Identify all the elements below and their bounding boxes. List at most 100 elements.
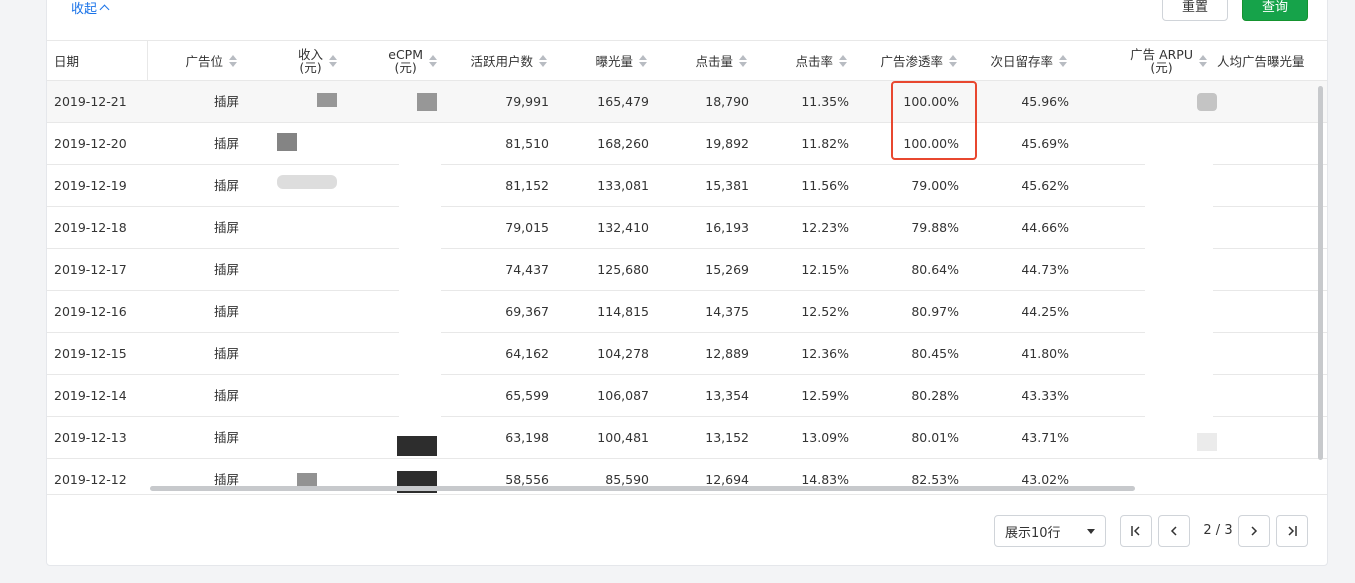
cell-impressions: 106,087 bbox=[597, 388, 649, 403]
page-info: 2 / 3 bbox=[1203, 523, 1233, 538]
cell-date: 2019-12-18 bbox=[54, 220, 127, 235]
sort-icon[interactable] bbox=[739, 55, 747, 67]
vertical-scrollbar[interactable] bbox=[1318, 86, 1323, 460]
cell-active-users: 79,015 bbox=[505, 220, 549, 235]
header-date: 日期 bbox=[54, 53, 80, 69]
reset-button[interactable]: 重置 bbox=[1162, 0, 1228, 21]
header-ecpm[interactable]: eCPM (元) bbox=[347, 41, 437, 81]
header-revenue[interactable]: 收入 (元) bbox=[247, 41, 337, 81]
cell-impressions: 165,479 bbox=[597, 94, 649, 109]
cell-penetration: 80.45% bbox=[911, 346, 959, 361]
cell-date: 2019-12-12 bbox=[54, 472, 127, 487]
header-retention[interactable]: 次日留存率 bbox=[957, 41, 1067, 81]
cell-penetration: 80.01% bbox=[911, 430, 959, 445]
header-ad-slot[interactable]: 广告位 bbox=[147, 41, 237, 81]
header-clicks[interactable]: 点击量 bbox=[647, 41, 747, 81]
cell-clicks: 12,889 bbox=[705, 346, 749, 361]
cell-ctr: 11.56% bbox=[801, 178, 849, 193]
collapse-filter-link[interactable]: 收起 bbox=[71, 0, 110, 17]
first-page-button[interactable] bbox=[1120, 515, 1152, 547]
redaction-mask bbox=[399, 125, 441, 435]
cell-ctr: 12.52% bbox=[801, 304, 849, 319]
cell-active-users: 69,367 bbox=[505, 304, 549, 319]
data-table: 日期 广告位 收入(元) eCPM(元) 活跃用户数 曝光量 点击量 点击率 bbox=[47, 40, 1327, 495]
horizontal-scrollbar[interactable] bbox=[150, 486, 1135, 491]
cell-clicks: 15,269 bbox=[705, 262, 749, 277]
first-page-icon bbox=[1131, 526, 1140, 536]
cell-date: 2019-12-19 bbox=[54, 178, 127, 193]
cell-clicks: 13,354 bbox=[705, 388, 749, 403]
cell-clicks: 13,152 bbox=[705, 430, 749, 445]
sort-icon[interactable] bbox=[1059, 55, 1067, 67]
cell-active-users: 63,198 bbox=[505, 430, 549, 445]
sort-icon[interactable] bbox=[949, 55, 957, 67]
prev-page-button[interactable] bbox=[1158, 515, 1190, 547]
redaction-mark bbox=[397, 436, 437, 456]
cell-date: 2019-12-15 bbox=[54, 346, 127, 361]
header-arpu[interactable]: 广告 ARPU (元) bbox=[1087, 41, 1207, 81]
cell-retention: 44.66% bbox=[1021, 220, 1069, 235]
cell-penetration: 79.88% bbox=[911, 220, 959, 235]
table-row[interactable]: 2019-12-19 插屏 81,152 133,081 15,381 11.56% 79.… bbox=[47, 165, 1327, 207]
cell-penetration: 80.28% bbox=[911, 388, 959, 403]
cell-active-users: 65,599 bbox=[505, 388, 549, 403]
redaction-mark bbox=[297, 473, 317, 487]
cell-penetration: 79.00% bbox=[911, 178, 959, 193]
cell-impressions: 100,481 bbox=[597, 430, 649, 445]
cell-retention: 41.80% bbox=[1021, 346, 1069, 361]
redaction-mark bbox=[277, 133, 297, 151]
cell-ad-slot: 插屏 bbox=[213, 430, 239, 445]
redaction-mark bbox=[277, 175, 337, 189]
next-page-button[interactable] bbox=[1238, 515, 1270, 547]
redaction-mark bbox=[1197, 93, 1217, 111]
header-per-user-impressions: 人均广告曝光量 bbox=[1217, 53, 1305, 69]
page-size-select[interactable]: 展示10行 bbox=[994, 515, 1106, 547]
sort-icon[interactable] bbox=[1199, 55, 1207, 67]
caret-down-icon bbox=[1087, 528, 1095, 534]
cell-date: 2019-12-20 bbox=[54, 136, 127, 151]
cell-impressions: 104,278 bbox=[597, 346, 649, 361]
sort-icon[interactable] bbox=[539, 55, 547, 67]
cell-date: 2019-12-16 bbox=[54, 304, 127, 319]
cell-retention: 43.33% bbox=[1021, 388, 1069, 403]
header-impressions[interactable]: 曝光量 bbox=[547, 41, 647, 81]
table-row[interactable]: 2019-12-14 插屏 65,599 106,087 13,354 12.59% 80.… bbox=[47, 375, 1327, 417]
cell-clicks: 19,892 bbox=[705, 136, 749, 151]
cell-ad-slot: 插屏 bbox=[213, 178, 239, 193]
table-row[interactable]: 2019-12-17 插屏 74,437 125,680 15,269 12.15% 80.… bbox=[47, 249, 1327, 291]
last-page-button[interactable] bbox=[1276, 515, 1308, 547]
redaction-mark bbox=[417, 93, 437, 111]
table-row[interactable]: 2019-12-18 插屏 79,015 132,410 16,193 12.23% 79.… bbox=[47, 207, 1327, 249]
cell-ctr: 12.23% bbox=[801, 220, 849, 235]
query-button[interactable]: 查询 bbox=[1242, 0, 1308, 21]
header-ctr[interactable]: 点击率 bbox=[747, 41, 847, 81]
table-row[interactable]: 2019-12-21 插屏 79,991 165,479 18,790 11.35% 100… bbox=[47, 81, 1327, 123]
table-row[interactable]: 2019-12-16 插屏 69,367 114,815 14,375 12.52% 80.… bbox=[47, 291, 1327, 333]
header-penetration[interactable]: 广告渗透率 bbox=[847, 41, 957, 81]
cell-active-users: 81,510 bbox=[505, 136, 549, 151]
cell-date: 2019-12-21 bbox=[54, 94, 127, 109]
cell-ctr: 12.15% bbox=[801, 262, 849, 277]
table-row[interactable]: 2019-12-15 插屏 64,162 104,278 12,889 12.36% 80.… bbox=[47, 333, 1327, 375]
header-active-users[interactable]: 活跃用户数 bbox=[427, 41, 547, 81]
cell-ctr: 11.35% bbox=[801, 94, 849, 109]
chevron-right-icon bbox=[1251, 526, 1258, 536]
cell-active-users: 79,991 bbox=[505, 94, 549, 109]
cell-date: 2019-12-17 bbox=[54, 262, 127, 277]
sort-icon[interactable] bbox=[639, 55, 647, 67]
table-row[interactable]: 2019-12-13 插屏 63,198 100,481 13,152 13.09% 80.… bbox=[47, 417, 1327, 459]
sort-icon[interactable] bbox=[229, 55, 237, 67]
cell-penetration: 80.64% bbox=[911, 262, 959, 277]
cell-ctr: 11.82% bbox=[801, 136, 849, 151]
cell-impressions: 125,680 bbox=[597, 262, 649, 277]
sort-icon[interactable] bbox=[329, 55, 337, 67]
table-header: 日期 广告位 收入(元) eCPM(元) 活跃用户数 曝光量 点击量 点击率 bbox=[47, 41, 1327, 81]
collapse-label: 收起 bbox=[71, 2, 98, 17]
cell-ad-slot: 插屏 bbox=[213, 262, 239, 277]
cell-ctr: 12.59% bbox=[801, 388, 849, 403]
cell-clicks: 14,375 bbox=[705, 304, 749, 319]
sort-icon[interactable] bbox=[839, 55, 847, 67]
cell-impressions: 132,410 bbox=[597, 220, 649, 235]
table-row[interactable]: 2019-12-20 插屏 81,510 168,260 19,892 11.82% 100… bbox=[47, 123, 1327, 165]
cell-ad-slot: 插屏 bbox=[213, 388, 239, 403]
